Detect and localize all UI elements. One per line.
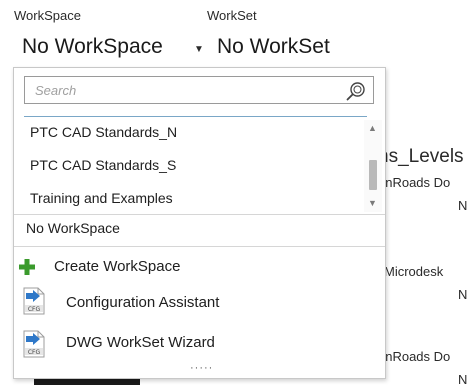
divider — [14, 246, 385, 247]
plus-icon — [19, 259, 35, 275]
scroll-thumb[interactable] — [369, 160, 377, 190]
background-levels-text: ns_Levels — [378, 146, 464, 167]
workset-label: WorkSet — [207, 8, 257, 23]
workset-selector[interactable]: No WorkSet — [217, 35, 330, 59]
divider — [14, 214, 385, 215]
cfg-icon: CFG — [23, 330, 45, 358]
background-microdesk-text: Microdesk — [384, 264, 444, 279]
workspace-selector[interactable]: No WorkSpace — [22, 35, 163, 59]
scroll-up-icon[interactable]: ▲ — [368, 123, 377, 133]
svg-text:CFG: CFG — [28, 306, 41, 313]
list-item[interactable]: Training and Examples — [30, 190, 173, 206]
background-n-text-2: N — [458, 287, 468, 302]
list-item[interactable]: PTC CAD Standards_S — [30, 157, 176, 173]
workspace-list: PTC CAD Standards_N PTC CAD Standards_S … — [14, 117, 385, 214]
background-openroads-text-2: enRoads Do — [378, 349, 451, 364]
configuration-assistant-button[interactable]: CFG Configuration Assistant — [14, 287, 385, 321]
scroll-down-icon[interactable]: ▼ — [368, 198, 377, 208]
search-icon[interactable] — [345, 80, 367, 102]
dwg-workset-wizard-button[interactable]: CFG DWG WorkSet Wizard — [14, 330, 385, 364]
list-item[interactable]: PTC CAD Standards_N — [30, 124, 177, 140]
background-openroads-text-1: enRoads Do — [378, 175, 451, 190]
chevron-down-icon[interactable]: ▼ — [194, 44, 204, 55]
dwg-workset-wizard-label: DWG WorkSet Wizard — [66, 334, 215, 351]
svg-text:CFG: CFG — [28, 349, 41, 356]
create-workspace-button[interactable]: Create WorkSpace — [14, 252, 385, 286]
create-workspace-label: Create WorkSpace — [54, 258, 181, 275]
configuration-assistant-label: Configuration Assistant — [66, 294, 220, 311]
cfg-icon: CFG — [23, 287, 45, 315]
search-placeholder: Search — [35, 83, 77, 98]
search-input[interactable]: Search — [24, 76, 374, 104]
current-workspace-item[interactable]: No WorkSpace — [26, 220, 120, 236]
background-n-text-1: N — [458, 198, 468, 213]
more-indicator[interactable]: ····· — [190, 362, 213, 374]
list-scrollbar[interactable]: ▲ ▼ — [364, 120, 382, 212]
workspace-dropdown: Search PTC CAD Standards_N PTC CAD Stand… — [13, 67, 386, 379]
workspace-label: WorkSpace — [14, 8, 81, 23]
